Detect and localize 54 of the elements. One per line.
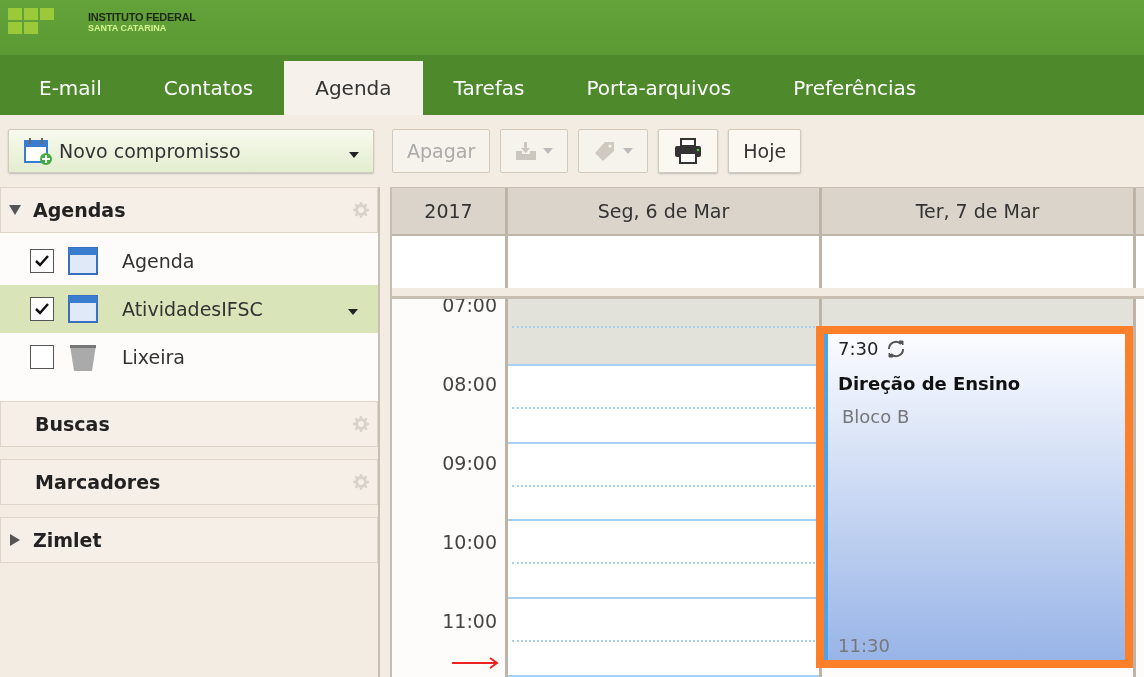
gear-icon[interactable] — [353, 474, 369, 490]
logo-subtitle: SANTA CATARINA — [88, 22, 168, 33]
section-header[interactable]: Zimlet — [0, 517, 378, 563]
nav-tab[interactable]: Agenda — [284, 61, 423, 115]
current-time-arrow — [452, 657, 500, 669]
print-button[interactable] — [658, 129, 719, 173]
nav-tab[interactable]: E-mail — [8, 61, 133, 115]
event-card[interactable]: 7:30 Direção de Ensino Bloco B 11:30 — [816, 326, 1133, 668]
event-end-time: 11:30 — [838, 635, 891, 656]
event-start-time: 7:30 — [838, 338, 879, 359]
time-slot[interactable] — [508, 365, 819, 444]
hour-label: 11:00 — [442, 609, 497, 632]
hour-label: 08:00 — [442, 372, 497, 395]
nav-tab[interactable]: Porta-arquivos — [555, 61, 763, 115]
nav-tab[interactable]: Preferências — [762, 61, 948, 115]
new-appointment-button[interactable]: Novo compromisso — [8, 129, 374, 173]
time-slot[interactable] — [508, 599, 819, 677]
event-title: Direção de Ensino — [838, 373, 1022, 394]
section-header[interactable]: Agendas — [0, 187, 378, 233]
nav-tab[interactable]: Contatos — [132, 61, 285, 115]
printer-icon — [673, 137, 704, 165]
hour-label: 10:00 — [442, 530, 497, 553]
tray-icon — [515, 141, 538, 161]
nav-tab[interactable]: Tarefas — [422, 61, 556, 115]
event-location: Bloco B — [842, 406, 911, 427]
gear-icon[interactable] — [353, 416, 369, 432]
trash-icon — [68, 342, 98, 372]
calendar-item[interactable]: Lixeira — [0, 333, 378, 381]
toolbar-button[interactable]: Hoje — [728, 129, 802, 173]
checkbox[interactable] — [30, 345, 54, 369]
calendar-item[interactable]: AtividadesIFSC — [0, 285, 378, 333]
checkbox[interactable] — [30, 297, 54, 321]
caret-icon — [348, 308, 358, 315]
calendar-item[interactable]: Agenda — [0, 237, 378, 285]
time-slot[interactable] — [508, 521, 819, 600]
checkmark-icon — [35, 255, 49, 267]
caret-icon — [349, 152, 359, 158]
checkbox[interactable] — [30, 249, 54, 273]
calendar-add-icon — [23, 136, 53, 166]
logo-title: INSTITUTO FEDERAL — [88, 10, 196, 23]
time-slot[interactable] — [508, 443, 819, 522]
section-header[interactable]: Buscas — [0, 401, 378, 447]
calendar-icon — [68, 247, 98, 275]
gear-icon[interactable] — [353, 202, 369, 218]
calendar-icon — [68, 295, 98, 323]
checkmark-icon — [35, 303, 49, 315]
collapse-icon[interactable] — [9, 204, 21, 216]
expand-icon[interactable] — [9, 534, 21, 546]
section-header[interactable]: Marcadores — [0, 459, 378, 505]
time-slot[interactable] — [508, 299, 819, 366]
hour-label: 09:00 — [442, 451, 497, 474]
time-slot[interactable] — [822, 299, 1133, 326]
caret-icon — [543, 148, 554, 154]
caret-icon — [623, 148, 634, 154]
